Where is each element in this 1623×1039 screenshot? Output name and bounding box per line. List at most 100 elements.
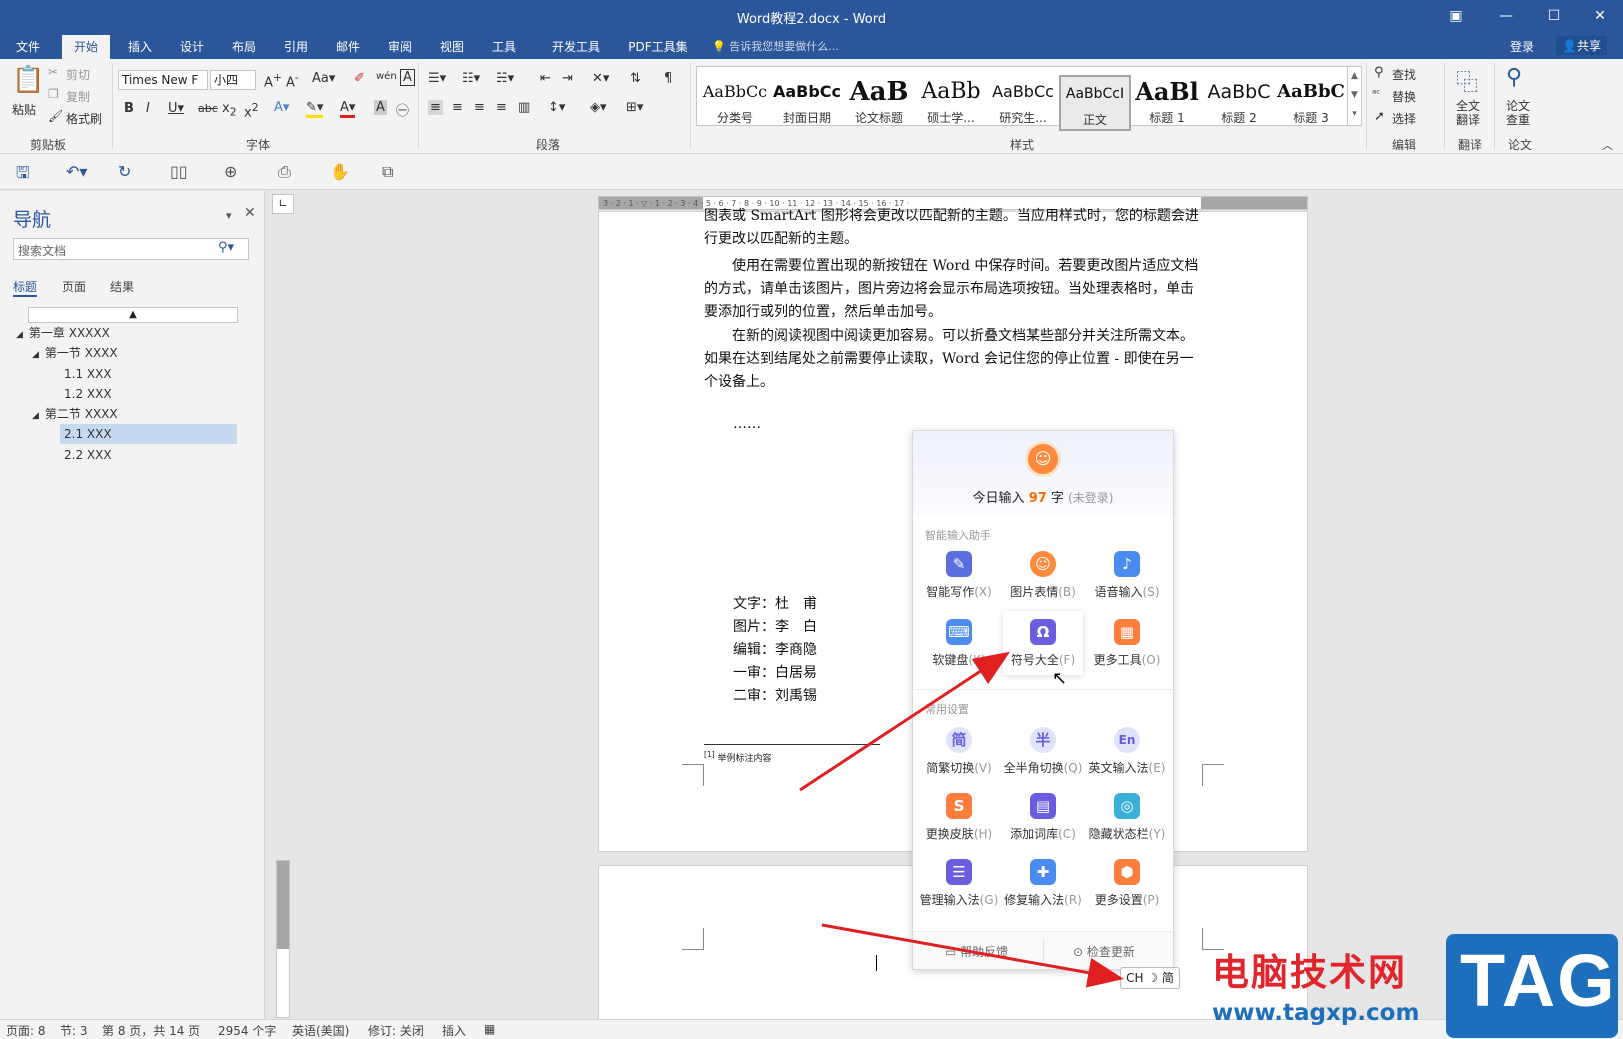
simplified-traditional-button[interactable]: 简简繁切换(V) bbox=[919, 727, 999, 776]
phonetic-guide-icon[interactable]: wén bbox=[376, 71, 397, 82]
status-page-count[interactable]: 第 8 页，共 14 页 bbox=[102, 1022, 200, 1039]
tree-item-selected[interactable]: 2.1 XXX bbox=[60, 424, 237, 444]
undo-icon[interactable]: ↶▾ bbox=[66, 162, 87, 181]
paste-icon[interactable]: 📋 bbox=[12, 65, 44, 95]
char-border-icon[interactable]: A bbox=[400, 69, 415, 86]
redo-icon[interactable]: ↻ bbox=[118, 162, 131, 181]
tree-item[interactable]: ◢ 第二节 XXXX bbox=[32, 404, 118, 424]
nav-tab-headings[interactable]: 标题 bbox=[13, 278, 37, 295]
tab-mailings[interactable]: 邮件 bbox=[326, 35, 370, 59]
tree-item[interactable]: 1.2 XXX bbox=[64, 384, 112, 404]
enclose-char-icon[interactable]: ㊀ bbox=[396, 100, 409, 119]
find-button[interactable]: 查找 bbox=[1392, 66, 1416, 83]
credit-line[interactable]: 编辑：李商隐 bbox=[733, 639, 817, 659]
char-shading-icon[interactable]: A bbox=[374, 100, 387, 115]
status-section[interactable]: 节: 3 bbox=[60, 1022, 88, 1039]
tab-references[interactable]: 引用 bbox=[274, 35, 318, 59]
subscript-icon[interactable]: x2 bbox=[222, 101, 237, 119]
tree-item[interactable]: 2.2 XXX bbox=[64, 445, 112, 465]
sort-icon[interactable]: ⇅ bbox=[630, 71, 641, 86]
status-insert-mode[interactable]: 插入 bbox=[442, 1022, 466, 1039]
collapse-ribbon-icon[interactable]: ︿ bbox=[1602, 137, 1613, 153]
change-case-icon[interactable]: Aa▾ bbox=[312, 71, 335, 86]
expand-triangle-icon[interactable]: ◢ bbox=[32, 350, 39, 360]
bullets-icon[interactable]: ☰▾ bbox=[428, 71, 446, 86]
copy-button[interactable]: 复制 bbox=[66, 88, 90, 105]
shrink-font-icon[interactable]: A- bbox=[286, 71, 299, 90]
nav-search-input[interactable]: 搜索文档 bbox=[13, 238, 249, 260]
login-link[interactable]: 登录 bbox=[1510, 38, 1534, 55]
justify-icon[interactable]: ≡ bbox=[496, 100, 507, 115]
tree-item[interactable]: ◢ 第一章 XXXXX bbox=[16, 323, 110, 343]
web-layout-icon[interactable]: ⊕ bbox=[224, 162, 237, 181]
change-skin-button[interactable]: S 更换皮肤(H) bbox=[919, 793, 999, 842]
grow-font-icon[interactable]: A+ bbox=[264, 71, 282, 90]
show-marks-icon[interactable]: ¶ bbox=[664, 71, 672, 86]
increase-indent-icon[interactable]: ⇥ bbox=[562, 71, 573, 86]
footnote[interactable]: [1] 举例标注内容 bbox=[704, 750, 772, 764]
body-paragraph[interactable]: 在新的阅读视图中阅读更加容易。可以折叠文档某些部分并关注所需文本。如果在达到结尾… bbox=[704, 325, 1200, 394]
style-heading-3[interactable]: AaBbC 标题 3 bbox=[1275, 75, 1347, 131]
touch-mode-icon[interactable]: ✋ bbox=[330, 162, 350, 181]
vertical-ruler[interactable] bbox=[276, 860, 290, 1018]
tab-file[interactable]: 文件 bbox=[8, 35, 48, 59]
credit-line[interactable]: 一审：白居易 bbox=[733, 662, 817, 682]
soft-keyboard-button[interactable]: ⌨ 软键盘(K) bbox=[919, 619, 999, 668]
nav-tab-pages[interactable]: 页面 bbox=[62, 278, 86, 295]
expand-triangle-icon[interactable]: ◢ bbox=[32, 411, 39, 421]
avatar[interactable]: ☺ bbox=[1025, 441, 1061, 477]
chinese-layout-icon[interactable]: ✕▾ bbox=[592, 71, 609, 86]
ribbon-display-options-button[interactable]: ▣ bbox=[1436, 4, 1476, 28]
format-painter-button[interactable]: 格式刷 bbox=[66, 110, 102, 127]
tab-layout[interactable]: 布局 bbox=[222, 35, 266, 59]
image-emoji-button[interactable]: ☺ 图片表情(B) bbox=[1003, 551, 1083, 600]
nav-options-icon[interactable]: ▾ bbox=[226, 209, 232, 222]
align-left-icon[interactable]: ≡ bbox=[428, 100, 443, 115]
style-heading-1[interactable]: AaBl 标题 1 bbox=[1131, 75, 1203, 131]
status-page[interactable]: 页面: 8 bbox=[6, 1022, 46, 1039]
style-heading-2[interactable]: AaBbC 标题 2 bbox=[1203, 75, 1275, 131]
text-effects-icon[interactable]: A▾ bbox=[274, 100, 289, 115]
strikethrough-icon[interactable]: abc bbox=[198, 102, 218, 115]
search-icon[interactable]: ⚲▾ bbox=[218, 240, 234, 255]
tab-view[interactable]: 视图 bbox=[430, 35, 474, 59]
save-icon[interactable]: 🖫 bbox=[16, 162, 30, 189]
borders-icon[interactable]: ⊞▾ bbox=[626, 100, 643, 115]
manage-ime-button[interactable]: ☰ 管理输入法(G) bbox=[919, 859, 999, 908]
voice-input-button[interactable]: ♪ 语音输入(S) bbox=[1087, 551, 1167, 600]
feedback-button[interactable]: ▭ 帮助反馈 bbox=[945, 943, 1008, 960]
collapse-all-icon[interactable]: ▲ bbox=[28, 307, 238, 323]
tab-design[interactable]: 设计 bbox=[170, 35, 214, 59]
styles-scroll[interactable]: ▲ ▼ ▾ bbox=[1347, 67, 1361, 125]
numbering-icon[interactable]: ☷▾ bbox=[462, 71, 480, 86]
replace-button[interactable]: 替换 bbox=[1392, 88, 1416, 105]
ime-status-tray[interactable]: CH ☽ 简 bbox=[1120, 967, 1180, 989]
add-dictionary-button[interactable]: ▤ 添加词库(C) bbox=[1003, 793, 1083, 842]
tree-item[interactable]: 1.1 XXX bbox=[64, 364, 112, 384]
paper-check-button[interactable]: 论文查重 bbox=[1506, 99, 1534, 127]
minimize-button[interactable]: — bbox=[1486, 4, 1526, 28]
multilevel-list-icon[interactable]: ☵▾ bbox=[496, 71, 514, 86]
credit-line[interactable]: 文字：杜 甫 bbox=[733, 593, 817, 613]
style-graduate[interactable]: AaBbCc 研究生... bbox=[987, 75, 1059, 131]
close-button[interactable]: ✕ bbox=[1580, 4, 1620, 28]
distributed-icon[interactable]: ▥ bbox=[518, 100, 530, 115]
shading-icon[interactable]: ◈▾ bbox=[590, 100, 607, 115]
ellipsis-line[interactable]: …… bbox=[733, 413, 793, 436]
macro-record-icon[interactable]: ▦ bbox=[484, 1022, 495, 1036]
superscript-icon[interactable]: x2 bbox=[244, 101, 259, 120]
body-paragraph[interactable]: 图表或 SmartArt 图形将会更改以匹配新的主题。当应用样式时，您的标题会进… bbox=[704, 205, 1200, 251]
tab-tools[interactable]: 工具 bbox=[482, 35, 526, 59]
tab-home[interactable]: 开始 bbox=[62, 35, 110, 59]
style-master[interactable]: AaBb 硕士学... bbox=[915, 75, 987, 131]
share-button[interactable]: 👤共享 bbox=[1556, 36, 1607, 55]
align-right-icon[interactable]: ≡ bbox=[474, 100, 485, 115]
check-update-button[interactable]: ⊙ 检查更新 bbox=[1073, 943, 1135, 960]
hide-status-bar-button[interactable]: ◎ 隐藏状态栏(Y) bbox=[1087, 793, 1167, 842]
clear-format-icon[interactable]: ✐ bbox=[354, 71, 365, 86]
paste-button[interactable]: 粘贴 bbox=[12, 101, 36, 118]
expand-triangle-icon[interactable]: ◢ bbox=[16, 330, 23, 340]
tab-stop-selector[interactable]: ∟ bbox=[272, 194, 294, 214]
close-icon[interactable]: ✕ bbox=[244, 205, 256, 221]
maximize-button[interactable]: ☐ bbox=[1534, 4, 1574, 28]
